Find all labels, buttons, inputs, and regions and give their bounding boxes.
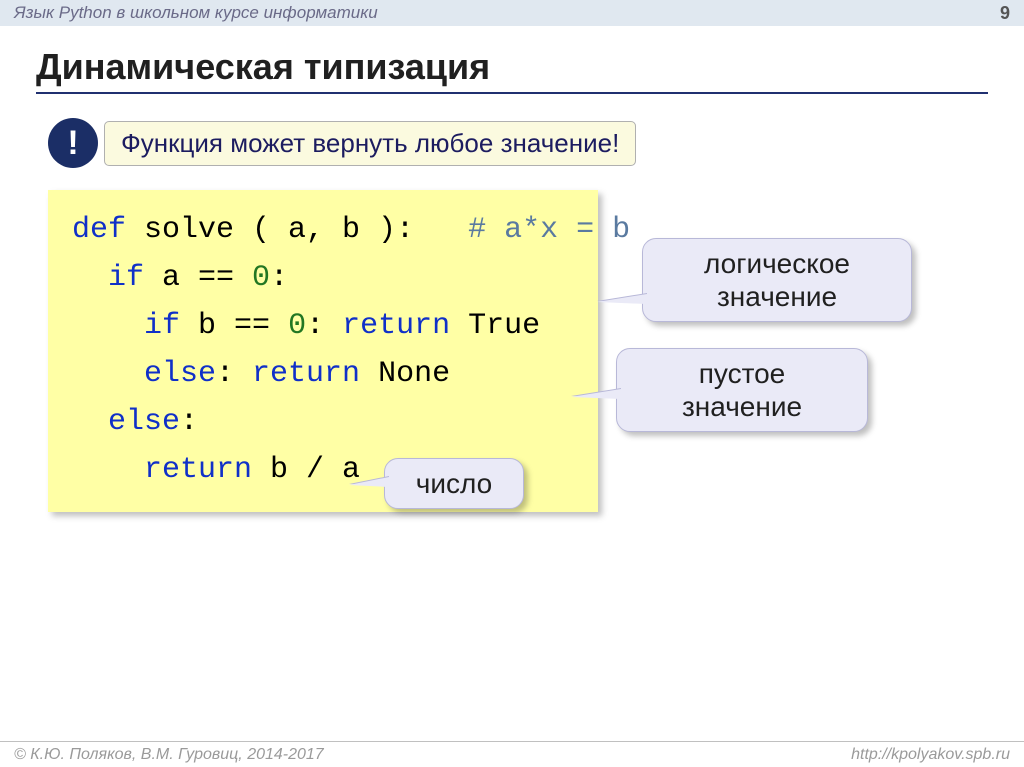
footer: © К.Ю. Поляков, В.М. Гуровиц, 2014-2017 … [0,741,1024,767]
code-kw: def [72,213,126,247]
annotation-tail [349,477,389,487]
page-number: 9 [1000,0,1010,26]
header-bar: Язык Python в школьном курсе информатики… [0,0,1024,26]
code-kw: return [72,453,252,487]
annotation-logical-value: логическое значение [642,238,912,322]
code-text: b == [180,309,288,343]
slide: Язык Python в школьном курсе информатики… [0,0,1024,767]
slide-title: Динамическая типизация [36,46,988,94]
course-title: Язык Python в школьном курсе информатики [14,0,378,26]
annotation-empty-value: пустое значение [616,348,868,432]
code-kw: else [72,405,180,439]
footer-url: http://kpolyakov.spb.ru [851,746,1010,764]
code-text: : [306,309,342,343]
code-text: : [270,261,288,295]
code-text: solve ( a, b ): [126,213,468,247]
code-kw: else [72,357,216,391]
callout-row: ! Функция может вернуть любое значение! [48,118,1024,168]
callout-box: Функция может вернуть любое значение! [104,121,636,166]
code-text: : [216,357,252,391]
code-text: : [180,405,198,439]
annotation-text: пустое значение [682,358,802,422]
code-text: True [450,309,540,343]
code-text: b / a [252,453,360,487]
annotation-tail [597,294,647,304]
code-num: 0 [288,309,306,343]
code-kw: if [72,261,144,295]
exclamation-badge: ! [48,118,98,168]
code-text: a == [144,261,252,295]
annotation-tail [571,389,621,399]
code-comment: # a*x = b [468,213,630,247]
annotation-number: число [384,458,524,509]
title-row: Динамическая типизация [0,26,1024,100]
code-area: def solve ( a, b ): # a*x = b if a == 0:… [48,190,968,512]
annotation-text: число [416,468,492,499]
code-text: None [360,357,450,391]
code-kw: return [252,357,360,391]
footer-copyright: © К.Ю. Поляков, В.М. Гуровиц, 2014-2017 [14,746,324,764]
code-kw: if [72,309,180,343]
code-kw: return [342,309,450,343]
code-num: 0 [252,261,270,295]
annotation-text: логическое значение [704,248,850,312]
